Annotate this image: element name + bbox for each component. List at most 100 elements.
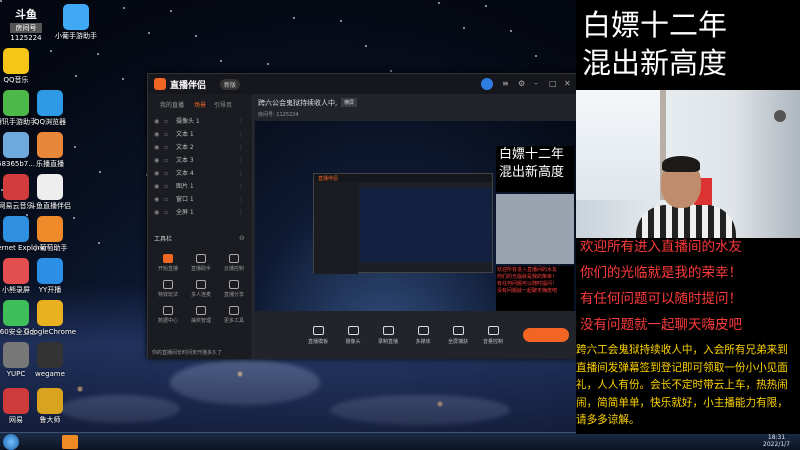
control-button[interactable]: 直播模板 [303,326,333,345]
desktop-icon[interactable]: wegame [22,342,78,379]
source-item[interactable]: ◉ ▫ 文本 1 ⋮ [154,129,246,140]
more-icon[interactable]: ⋮ [238,142,244,153]
avatar[interactable] [481,78,493,90]
more-icon[interactable]: ⋮ [238,181,244,192]
tool-button[interactable]: 云播控制 [220,254,248,272]
preview-panel: 跨六公会鬼狱持续收人中, 横屏 房间号: 1125224 直播伴侣 白嫖十二年 … [253,94,578,359]
app-name: 直播伴侣 [170,81,207,91]
more-icon[interactable]: ⋮ [238,155,244,166]
desktop-icon[interactable]: 鲁大师 [22,388,78,425]
control-button[interactable]: 摄像头 [338,326,368,345]
tool-button[interactable]: 抽奖管理 [187,306,215,324]
desktop-icon[interactable]: 小葡手游助手 [48,4,104,41]
control-button[interactable]: 音量控制 [478,326,508,345]
stream-title-line-2: 混出新高度 [582,46,728,80]
control-button[interactable]: 全屏捕获 [443,326,473,345]
star [438,2,440,4]
start-button[interactable] [3,434,19,450]
taskbar: 18:31 2022/1/7 [0,432,800,450]
orientation-badge[interactable]: 横屏 [341,98,358,107]
source-item[interactable]: ◉ ▫ 文本 3 ⋮ [154,155,246,166]
menu-icon[interactable]: ≡ [502,79,509,88]
source-item[interactable]: ◉ ▫ 图片 1 ⋮ [154,181,246,192]
tab-scene[interactable]: 场景 [194,100,206,109]
eye-icon[interactable]: ◉ [154,116,160,127]
control-label: 摄像头 [345,339,361,345]
star [293,17,295,19]
tool-icon [229,254,239,263]
lock-icon[interactable]: ▫ [164,183,168,190]
desktop-icon[interactable]: 乐播直播 [22,132,78,169]
live-preview-canvas[interactable]: 直播伴侣 白嫖十二年 混出新高度 欢迎所有进入直播间的水友 你们的光临就是我的荣… [255,121,576,311]
eye-icon[interactable]: ◉ [154,181,160,192]
tool-button[interactable]: 直播分享 [220,280,248,298]
lock-icon[interactable]: ▫ [164,209,168,216]
control-label: 多媒体 [415,339,431,345]
close-icon[interactable]: ✕ [564,79,571,88]
more-icon[interactable]: ⋮ [238,194,244,205]
desktop-icon[interactable]: QQ音乐 [0,48,44,85]
system-clock[interactable]: 18:31 2022/1/7 [763,434,790,448]
eye-icon[interactable]: ◉ [154,155,160,166]
welcome-line: 没有问题就一起聊天嗨皮吧 [580,317,742,333]
preview-overlay-title: 白嫖十二年 混出新高度 [496,146,574,192]
taskbar-app-icon[interactable] [62,435,78,449]
control-button[interactable]: 录制直播 [373,326,403,345]
eye-icon[interactable]: ◉ [154,207,160,218]
desktop-icon-label: 斗鱼直播伴侣 [29,202,71,210]
lock-icon[interactable]: ▫ [164,196,168,203]
maximize-icon[interactable]: □ [549,79,557,88]
source-item[interactable]: ◉ ▫ 窗口 1 ⋮ [154,194,246,205]
desktop-icon[interactable]: QQ浏览器 [22,90,78,127]
app-icon [37,132,63,158]
lock-icon[interactable]: ▫ [164,118,168,125]
minimize-icon[interactable]: – [534,79,538,88]
desktop-icon-label: 小葡手游助手 [55,32,97,40]
tool-button[interactable]: 多人连麦 [187,280,215,298]
app-icon [37,388,63,414]
app-version-badge[interactable]: 新版 [220,79,241,90]
star [0,0,2,2]
watermark-logo-text: 斗鱼 [15,8,37,21]
eye-icon[interactable]: ◉ [154,194,160,205]
tool-icon [196,280,206,289]
tab-guide[interactable]: 引导页 [214,100,232,109]
eye-icon[interactable]: ◉ [154,168,160,179]
settings-icon[interactable]: ⚙ [518,79,525,88]
source-item[interactable]: ◉ ▫ 摄像头 1 ⋮ [154,116,246,127]
tool-label: 直播分享 [223,292,244,298]
more-icon[interactable]: ⋮ [238,116,244,127]
lock-icon[interactable]: ▫ [164,157,168,164]
lock-icon[interactable]: ▫ [164,170,168,177]
tab-my-live[interactable]: 我的直播 [160,100,184,109]
tool-button[interactable]: 数据中心 [154,306,182,324]
go-live-button[interactable] [523,328,569,342]
eye-icon[interactable]: ◉ [154,142,160,153]
control-button[interactable]: 多媒体 [408,326,438,345]
tool-button[interactable]: 更多工具 [220,306,248,324]
lock-icon[interactable]: ▫ [164,131,168,138]
desktop-icon[interactable]: 小葡萄助手 [22,216,78,253]
desktop-icon-label: 鲁大师 [39,416,61,424]
more-icon[interactable]: ⋮ [238,207,244,218]
clock-date: 2022/1/7 [763,441,790,448]
desktop-icon[interactable]: 斗鱼直播伴侣 [22,174,78,211]
room-title[interactable]: 跨六公会鬼狱持续收人中, [258,98,337,108]
source-item[interactable]: ◉ ▫ 文本 4 ⋮ [154,168,246,179]
preview-welcome-line: 欢迎所有进入直播间的水友 [497,267,558,273]
notice-tip[interactable]: 你的直播间长时间未开播多久了 [152,349,222,356]
control-icon [347,326,359,335]
collapse-icon[interactable]: ⊖ [239,234,245,242]
desktop-icon[interactable]: GoogleChrome [22,300,78,337]
lock-icon[interactable]: ▫ [164,144,168,151]
more-icon[interactable]: ⋮ [238,129,244,140]
desktop-icon[interactable]: YY开播 [22,258,78,295]
tool-button[interactable]: 开始直播 [154,254,182,272]
eye-icon[interactable]: ◉ [154,129,160,140]
tool-button[interactable]: 直播助手 [187,254,215,272]
tool-button[interactable]: 特效玩法 [154,280,182,298]
source-item[interactable]: ◉ ▫ 文本 2 ⋮ [154,142,246,153]
welcome-line: 有任何问题可以随时提问！ [580,291,742,307]
source-item[interactable]: ◉ ▫ 全屏 1 ⋮ [154,207,246,218]
more-icon[interactable]: ⋮ [238,168,244,179]
